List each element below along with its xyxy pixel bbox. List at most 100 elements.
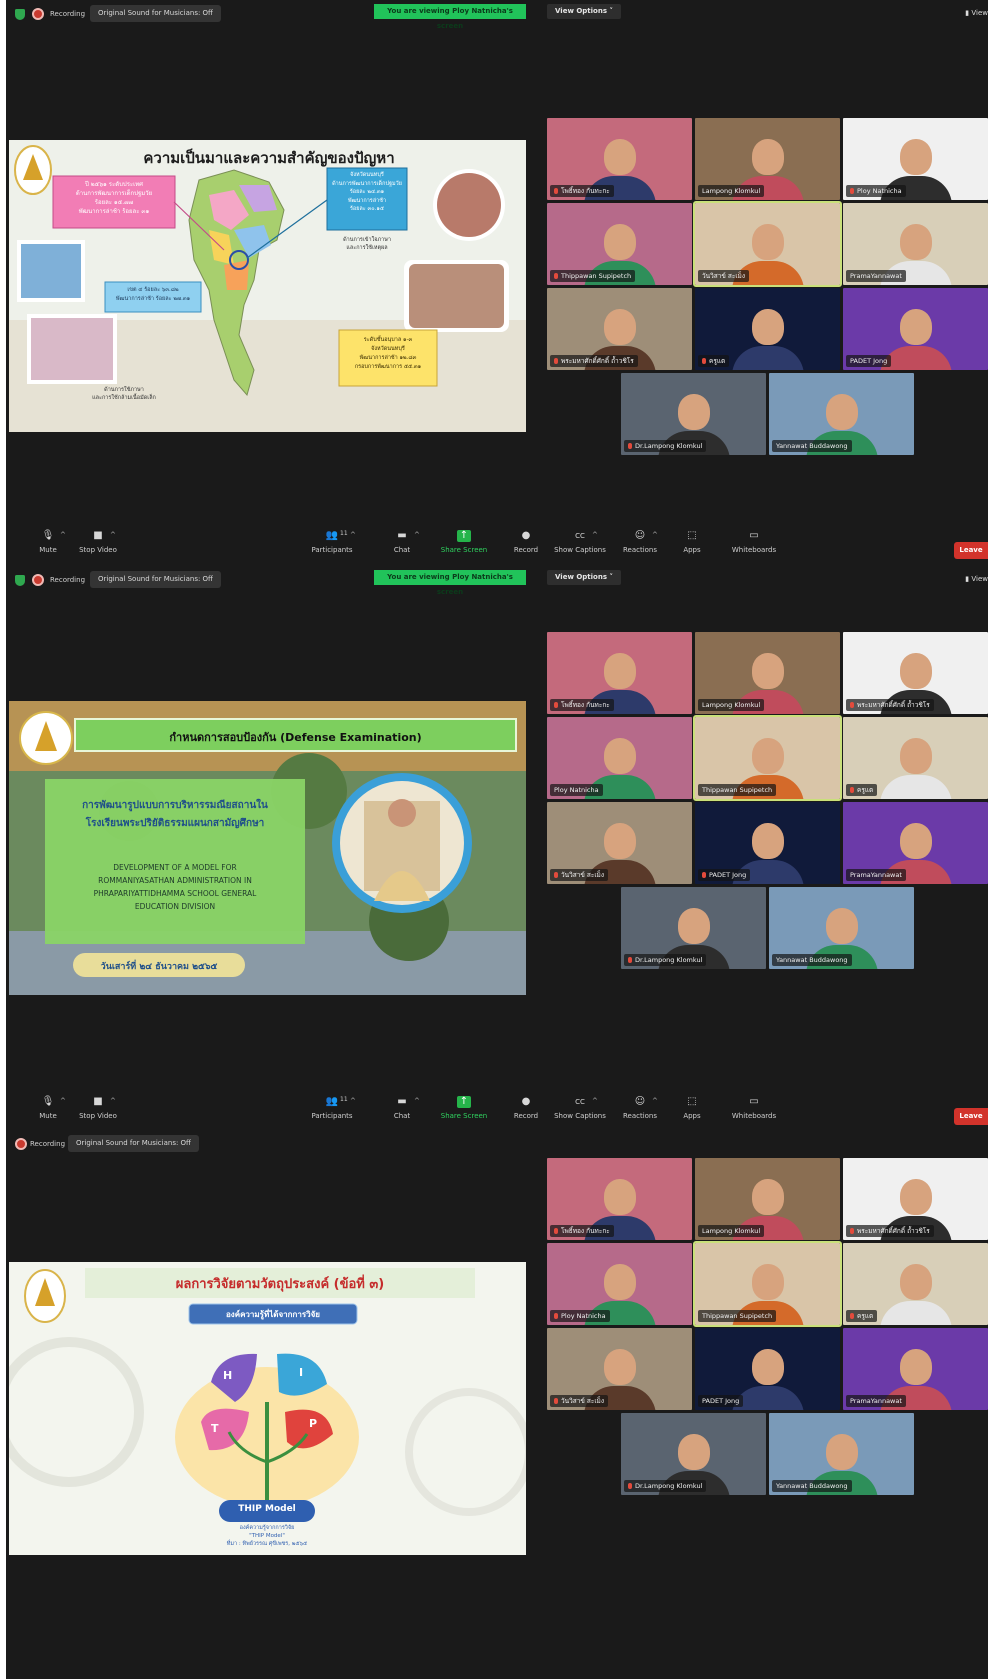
chat-button[interactable]: ▬ ^ Chat (372, 1096, 432, 1120)
participant-tile[interactable]: PADET Jong (843, 288, 988, 370)
show-captions-button[interactable]: CC ^ Show Captions (550, 1096, 610, 1120)
show-captions-label: Show Captions (554, 1112, 606, 1120)
view-options-button[interactable]: View Options ˅ (547, 4, 621, 19)
participant-tile[interactable]: Thippawan Supipetch (693, 715, 842, 801)
participant-tile[interactable]: โพธิ์ทอง กันทะกะ (547, 1158, 692, 1240)
view-button[interactable]: ▮ View (965, 575, 988, 583)
caret-up-icon[interactable]: ^ (350, 1097, 356, 1105)
participant-name: พระมหาศักดิ์ศักดิ์ ถ้ำวชิโร (846, 1225, 934, 1237)
participant-video (825, 393, 858, 430)
participant-tile[interactable]: PADET Jong (695, 802, 840, 884)
participant-tile[interactable]: Yannawat Buddawong (769, 1413, 914, 1495)
muted-mic-icon (628, 1483, 632, 1489)
share-screen-button[interactable]: ↑ Share Screen (434, 1096, 494, 1120)
participants-button[interactable]: 👥 11 ^ Participants (302, 530, 362, 554)
participant-name: วันวิสาข์ สะเม็ง (698, 270, 750, 282)
participant-tile[interactable]: Yannawat Buddawong (769, 887, 914, 969)
security-shield-icon[interactable] (15, 9, 25, 20)
whiteboards-button[interactable]: ▭ Whiteboards (724, 530, 784, 554)
stop-video-button[interactable]: ■ ^ Stop Video (68, 1096, 128, 1120)
participant-tile[interactable]: PramaYannawat (843, 1328, 988, 1410)
view-options-button[interactable]: View Options ˅ (547, 570, 621, 585)
participant-tile[interactable]: PramaYannawat (843, 203, 988, 285)
caret-up-icon[interactable]: ^ (110, 1097, 116, 1105)
share-screen-label: Share Screen (440, 1112, 488, 1120)
leave-button[interactable]: Leave (954, 1108, 988, 1125)
participant-tile[interactable]: พระมหาศักดิ์ศักดิ์ ถ้ำวชิโร (843, 1158, 988, 1240)
participant-tile[interactable]: Lampong Klomkul (695, 632, 840, 714)
caret-up-icon[interactable]: ^ (60, 1097, 66, 1105)
whiteboards-button[interactable]: ▭ Whiteboards (724, 1096, 784, 1120)
participant-tile[interactable]: Lampong Klomkul (695, 1158, 840, 1240)
caret-up-icon[interactable]: ^ (414, 1097, 420, 1105)
participant-name-text: Thippawan Supipetch (702, 1312, 773, 1320)
participant-name: Ploy Natnicha (846, 185, 906, 197)
participant-tile[interactable]: โพธิ์ทอง กันทะกะ (547, 632, 692, 714)
apps-button[interactable]: ⬚ Apps (662, 1096, 722, 1120)
callout-nonthaburi: จังหวัดนนทบุรี ด้านการพัฒนาการเด็กปฐมวัย… (332, 172, 402, 212)
original-sound-toggle[interactable]: Original Sound for Musicians: Off (90, 571, 221, 588)
participant-count: 11 (340, 1096, 348, 1103)
caret-up-icon[interactable]: ^ (592, 1097, 598, 1105)
caret-up-icon[interactable]: ^ (60, 531, 66, 539)
participant-tile[interactable]: วันวิสาข์ สะเม็ง (693, 201, 842, 287)
participant-tile[interactable]: Yannawat Buddawong (769, 373, 914, 455)
participant-name: Ploy Natnicha (550, 784, 603, 796)
participant-tile[interactable]: Lampong Klomkul (695, 118, 840, 200)
participant-tile[interactable]: โพธิ์ทอง กันทะกะ (547, 118, 692, 200)
participant-tile[interactable]: Dr.Lampong Klomkul (621, 373, 766, 455)
participant-tile[interactable]: ครูแต (843, 717, 988, 799)
participant-name-text: พระมหาศักดิ์ศักดิ์ ถ้ำวชิโร (857, 1227, 930, 1235)
participant-tile[interactable]: PramaYannawat (843, 802, 988, 884)
participant-tile[interactable]: Ploy Natnicha (547, 1243, 692, 1325)
share-screen-button[interactable]: ↑ Share Screen (434, 530, 494, 554)
participant-name-text: Dr.Lampong Klomkul (635, 956, 703, 964)
participant-tile[interactable]: Ploy Natnicha (843, 118, 988, 200)
record-button[interactable]: ● Record (496, 530, 556, 554)
whiteboard-icon: ▭ (749, 530, 759, 541)
participant-tile[interactable]: Dr.Lampong Klomkul (621, 887, 766, 969)
participants-button[interactable]: 👥 11 ^ Participants (302, 1096, 362, 1120)
participant-tile[interactable]: วันวิสาข์ สะเม็ง (547, 1328, 692, 1410)
caret-up-icon[interactable]: ^ (110, 531, 116, 539)
caret-up-icon[interactable]: ^ (652, 531, 658, 539)
original-sound-toggle[interactable]: Original Sound for Musicians: Off (90, 5, 221, 22)
participant-video (677, 907, 710, 944)
show-captions-button[interactable]: CC ^ Show Captions (550, 530, 610, 554)
leave-button[interactable]: Leave (954, 542, 988, 559)
participant-video (603, 308, 636, 345)
slide-title: ความเป็นมาและความสำคัญของปัญหา (143, 149, 395, 167)
caret-up-icon[interactable]: ^ (592, 531, 598, 539)
participant-tile[interactable]: พระมหาศักดิ์ศักดิ์ ถ้ำวชิโร (843, 632, 988, 714)
view-button[interactable]: ▮ View (965, 9, 988, 17)
caret-up-icon[interactable]: ^ (652, 1097, 658, 1105)
participant-tile[interactable]: Dr.Lampong Klomkul (621, 1413, 766, 1495)
participant-name-text: โพธิ์ทอง กันทะกะ (561, 187, 610, 195)
top-bar: Recording Original Sound for Musicians: … (6, 0, 988, 30)
reactions-button[interactable]: ☺ ^ Reactions (610, 1096, 670, 1120)
zoom-window-2: Recording Original Sound for Musicians: … (6, 566, 988, 1132)
participant-tile[interactable]: Thippawan Supipetch (693, 1241, 842, 1327)
participant-tile[interactable]: PADET Jong (695, 1328, 840, 1410)
participant-tile[interactable]: Thippawan Supipetch (547, 203, 692, 285)
stop-video-label: Stop Video (79, 546, 117, 554)
stop-video-button[interactable]: ■ ^ Stop Video (68, 530, 128, 554)
participant-tile[interactable]: Ploy Natnicha (547, 717, 692, 799)
record-button[interactable]: ● Record (496, 1096, 556, 1120)
participant-count: 11 (340, 530, 348, 537)
caret-up-icon[interactable]: ^ (350, 531, 356, 539)
participant-tile[interactable]: พระมหาศักดิ์ศักดิ์ ถ้ำวชิโร (547, 288, 692, 370)
participant-tile[interactable]: วันวิสาข์ สะเม็ง (547, 802, 692, 884)
apps-button[interactable]: ⬚ Apps (662, 530, 722, 554)
apps-icon: ⬚ (687, 1096, 697, 1107)
chat-button[interactable]: ▬ ^ Chat (372, 530, 432, 554)
top-bar: Recording Original Sound for Musicians: … (6, 1132, 988, 1160)
reactions-button[interactable]: ☺ ^ Reactions (610, 530, 670, 554)
captions-icon: CC (575, 532, 585, 540)
caret-up-icon[interactable]: ^ (414, 531, 420, 539)
participant-tile[interactable]: ครูแต (695, 288, 840, 370)
apps-label: Apps (683, 1112, 701, 1120)
participant-tile[interactable]: ครูแต (843, 1243, 988, 1325)
security-shield-icon[interactable] (15, 575, 25, 586)
original-sound-toggle[interactable]: Original Sound for Musicians: Off (68, 1135, 199, 1152)
